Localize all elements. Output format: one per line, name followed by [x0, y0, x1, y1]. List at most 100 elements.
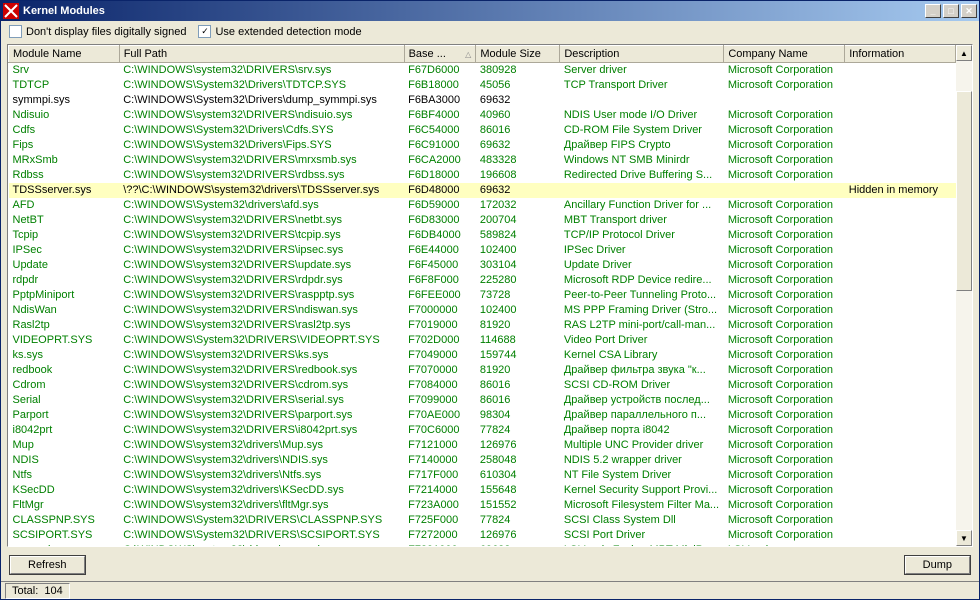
refresh-button[interactable]: Refresh [9, 555, 86, 575]
table-cell: F67D6000 [404, 63, 476, 78]
table-row[interactable]: UpdateC:\WINDOWS\system32\DRIVERS\update… [9, 258, 956, 273]
table-row[interactable]: RdbssC:\WINDOWS\system32\DRIVERS\rdbss.s… [9, 168, 956, 183]
table-cell: Windows NT SMB Minirdr [560, 153, 724, 168]
table-cell: SCSIPORT.SYS [9, 528, 120, 543]
table-row[interactable]: FltMgrC:\WINDOWS\system32\drivers\fltMgr… [9, 498, 956, 513]
column-header[interactable]: Description [560, 46, 724, 63]
table-row[interactable]: TDSSserver.sys\??\C:\WINDOWS\system32\dr… [9, 183, 956, 198]
table-cell: 102400 [476, 303, 560, 318]
table-cell: MBT Transport driver [560, 213, 724, 228]
table-cell: F6C91000 [404, 138, 476, 153]
table-row[interactable]: redbookC:\WINDOWS\system32\DRIVERS\redbo… [9, 363, 956, 378]
table-cell: 172032 [476, 198, 560, 213]
vertical-scrollbar[interactable]: ▲ ▼ [956, 45, 972, 546]
column-header[interactable]: Base ...△ [404, 46, 476, 63]
table-scroll[interactable]: Module NameFull PathBase ...△Module Size… [8, 45, 956, 546]
table-cell: C:\WINDOWS\system32\DRIVERS\cdrom.sys [119, 378, 404, 393]
table-cell: SCSI CD-ROM Driver [560, 378, 724, 393]
table-row[interactable]: ks.sysC:\WINDOWS\system32\DRIVERS\ks.sys… [9, 348, 956, 363]
table-row[interactable]: i8042prtC:\WINDOWS\system32\DRIVERS\i804… [9, 423, 956, 438]
table-row[interactable]: NtfsC:\WINDOWS\system32\drivers\Ntfs.sys… [9, 468, 956, 483]
table-row[interactable]: CLASSPNP.SYSC:\WINDOWS\System32\DRIVERS\… [9, 513, 956, 528]
table-cell: 69632 [476, 183, 560, 198]
scroll-up-button[interactable]: ▲ [956, 45, 972, 61]
table-cell: C:\WINDOWS\System32\Drivers\TDTCP.SYS [119, 78, 404, 93]
table-cell [845, 348, 956, 363]
scroll-track[interactable] [956, 61, 972, 530]
titlebar[interactable]: Kernel Modules _ □ ✕ [1, 1, 979, 21]
minimize-button[interactable]: _ [925, 4, 941, 18]
table-cell: 483328 [476, 153, 560, 168]
table-cell [845, 198, 956, 213]
table-row[interactable]: CdromC:\WINDOWS\system32\DRIVERS\cdrom.s… [9, 378, 956, 393]
table-cell: 86016 [476, 123, 560, 138]
table-cell: Microsoft RDP Device redire... [560, 273, 724, 288]
table-cell: Tcpip [9, 228, 120, 243]
table-row[interactable]: NdisWanC:\WINDOWS\system32\DRIVERS\ndisw… [9, 303, 956, 318]
table-row[interactable]: MupC:\WINDOWS\system32\drivers\Mup.sysF7… [9, 438, 956, 453]
column-header[interactable]: Company Name [724, 46, 845, 63]
table-cell: C:\WINDOWS\system32\drivers\Ntfs.sys [119, 468, 404, 483]
table-cell: F7000000 [404, 303, 476, 318]
table-cell: C:\WINDOWS\System32\Drivers\dump_symmpi.… [119, 93, 404, 108]
table-row[interactable]: SrvC:\WINDOWS\system32\DRIVERS\srv.sysF6… [9, 63, 956, 78]
table-cell: Ndisuio [9, 108, 120, 123]
table-cell [845, 513, 956, 528]
table-cell: 303104 [476, 258, 560, 273]
table-row[interactable]: Rasl2tpC:\WINDOWS\system32\DRIVERS\rasl2… [9, 318, 956, 333]
table-cell: C:\WINDOWS\system32\drivers\Mup.sys [119, 438, 404, 453]
table-row[interactable]: TDTCPC:\WINDOWS\System32\Drivers\TDTCP.S… [9, 78, 956, 93]
check-dont-display-signed[interactable]: Don't display files digitally signed [9, 25, 186, 38]
column-header[interactable]: Information [845, 46, 956, 63]
table-cell: NDIS User mode I/O Driver [560, 108, 724, 123]
table-row[interactable]: NDISC:\WINDOWS\system32\drivers\NDIS.sys… [9, 453, 956, 468]
modules-table: Module NameFull PathBase ...△Module Size… [8, 45, 956, 546]
table-row[interactable]: SerialC:\WINDOWS\system32\DRIVERS\serial… [9, 393, 956, 408]
table-cell: C:\WINDOWS\system32\DRIVERS\netbt.sys [119, 213, 404, 228]
table-row[interactable]: NetBTC:\WINDOWS\system32\DRIVERS\netbt.s… [9, 213, 956, 228]
table-cell: 225280 [476, 273, 560, 288]
table-cell: Microsoft Corporation [724, 498, 845, 513]
maximize-button[interactable]: □ [943, 4, 959, 18]
table-row[interactable]: ParportC:\WINDOWS\system32\DRIVERS\parpo… [9, 408, 956, 423]
table-cell: Fips [9, 138, 120, 153]
dump-button[interactable]: Dump [904, 555, 971, 575]
table-row[interactable]: KSecDDC:\WINDOWS\system32\drivers\KSecDD… [9, 483, 956, 498]
table-cell: C:\WINDOWS\System32\Drivers\Cdfs.SYS [119, 123, 404, 138]
table-row[interactable]: FipsC:\WINDOWS\System32\Drivers\Fips.SYS… [9, 138, 956, 153]
table-cell [845, 423, 956, 438]
column-header[interactable]: Full Path [119, 46, 404, 63]
table-row[interactable]: TcpipC:\WINDOWS\system32\DRIVERS\tcpip.s… [9, 228, 956, 243]
table-cell: Ntfs [9, 468, 120, 483]
close-button[interactable]: ✕ [961, 4, 977, 18]
table-row[interactable]: symmpi.sysC:\WINDOWS\System32\Drivers\du… [9, 93, 956, 108]
table-row[interactable]: SCSIPORT.SYSC:\WINDOWS\System32\DRIVERS\… [9, 528, 956, 543]
column-header[interactable]: Module Size [476, 46, 560, 63]
table-row[interactable]: CdfsC:\WINDOWS\System32\Drivers\Cdfs.SYS… [9, 123, 956, 138]
table-cell: Microsoft Corporation [724, 348, 845, 363]
column-header[interactable]: Module Name [9, 46, 120, 63]
table-cell: MRxSmb [9, 153, 120, 168]
check-extended-mode[interactable]: ✓ Use extended detection mode [198, 25, 361, 38]
table-row[interactable]: NdisuioC:\WINDOWS\system32\DRIVERS\ndisu… [9, 108, 956, 123]
scroll-thumb[interactable] [956, 91, 972, 291]
table-cell: 589824 [476, 228, 560, 243]
table-cell: Microsoft Corporation [724, 213, 845, 228]
table-cell: C:\WINDOWS\system32\DRIVERS\ipsec.sys [119, 243, 404, 258]
table-cell: IPSec [9, 243, 120, 258]
table-cell: Microsoft Corporation [724, 468, 845, 483]
table-cell: Ancillary Function Driver for ... [560, 198, 724, 213]
scroll-down-button[interactable]: ▼ [956, 530, 972, 546]
checkbox-icon: ✓ [198, 25, 211, 38]
table-cell: F6FEE000 [404, 288, 476, 303]
table-row[interactable]: AFDC:\WINDOWS\System32\drivers\afd.sysF6… [9, 198, 956, 213]
table-row[interactable]: rdpdrC:\WINDOWS\system32\DRIVERS\rdpdr.s… [9, 273, 956, 288]
table-row[interactable]: IPSecC:\WINDOWS\system32\DRIVERS\ipsec.s… [9, 243, 956, 258]
table-row[interactable]: symmpiC:\WINDOWS\system32\drivers\symmpi… [9, 543, 956, 547]
window-buttons: _ □ ✕ [925, 4, 977, 18]
table-cell: Cdfs [9, 123, 120, 138]
table-row[interactable]: VIDEOPRT.SYSC:\WINDOWS\System32\DRIVERS\… [9, 333, 956, 348]
table-row[interactable]: PptpMiniportC:\WINDOWS\system32\DRIVERS\… [9, 288, 956, 303]
table-row[interactable]: MRxSmbC:\WINDOWS\system32\DRIVERS\mrxsmb… [9, 153, 956, 168]
table-cell [845, 273, 956, 288]
